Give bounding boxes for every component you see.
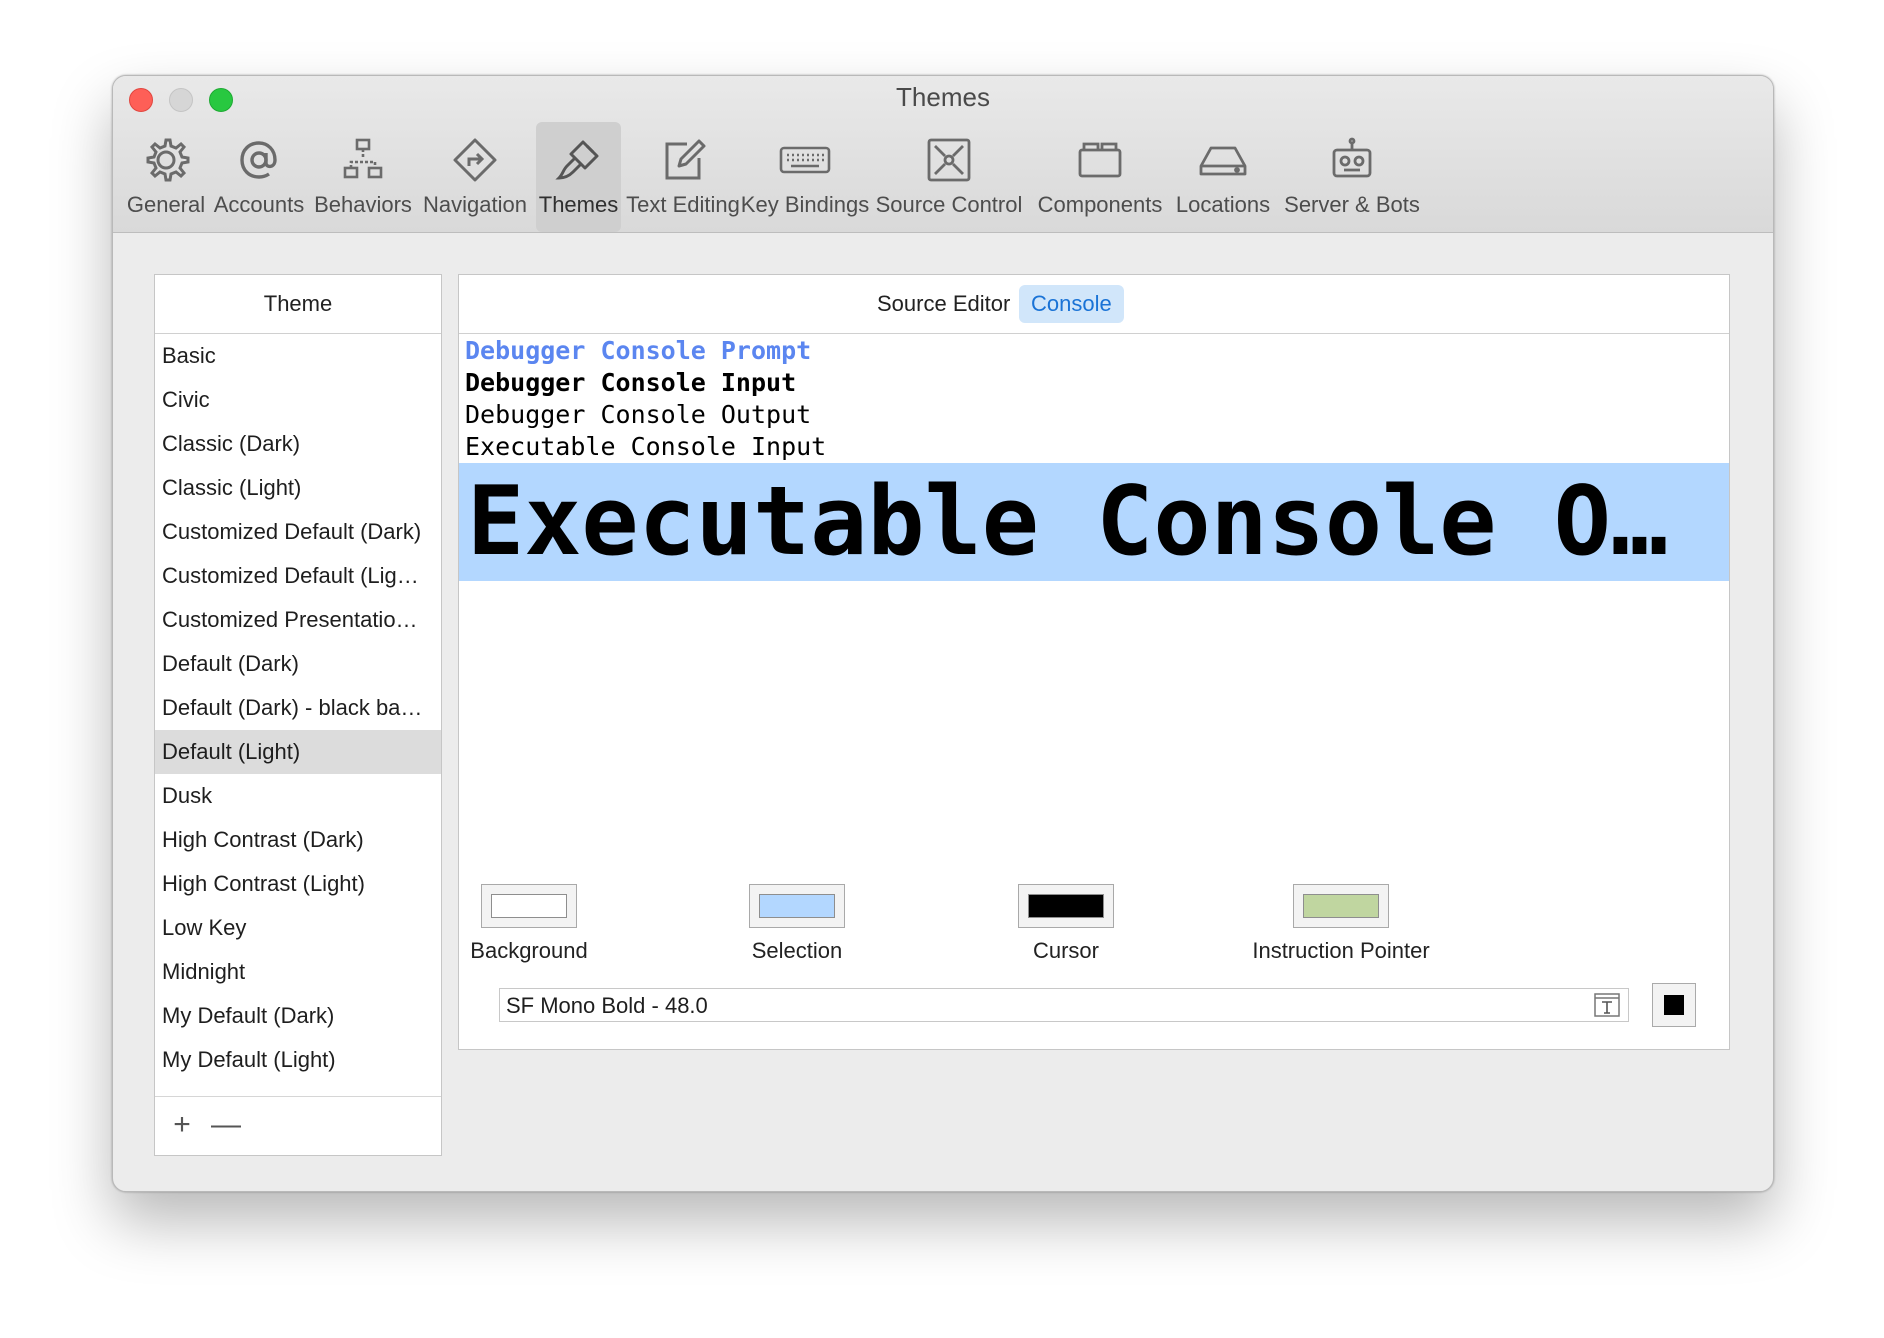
- background-color-swatch: [491, 894, 567, 918]
- toolbar-general-label: General: [126, 192, 206, 217]
- theme-list-panel: Theme Basic Civic Classic (Dark) Classic (L…: [154, 274, 442, 1156]
- toolbar-components-label: Components: [1037, 192, 1163, 217]
- toolbar-server-bots-label: Server & Bots: [1284, 192, 1420, 217]
- font-picker-icon[interactable]: [1594, 993, 1620, 1017]
- selection-color-well[interactable]: [749, 884, 845, 928]
- selection-color-swatch: [759, 894, 835, 918]
- toolbar-key-bindings-label: Key Bindings: [740, 192, 870, 217]
- background-color-well[interactable]: [481, 884, 577, 928]
- theme-list-item[interactable]: Customized Default (Dark): [155, 510, 441, 554]
- theme-list-item[interactable]: Customized Default (Lig…: [155, 554, 441, 598]
- toolbar-server-bots[interactable]: Server & Bots: [1279, 122, 1425, 232]
- theme-list-item[interactable]: Dusk: [155, 774, 441, 818]
- tab-console[interactable]: Console: [1019, 285, 1124, 323]
- gear-icon: [138, 132, 194, 188]
- toolbar-navigation-label: Navigation: [423, 192, 527, 217]
- at-icon: [231, 132, 287, 188]
- console-preview: Debugger Console Prompt Debugger Console…: [459, 335, 1729, 463]
- toolbar-accounts-label: Accounts: [213, 192, 305, 217]
- add-theme-button[interactable]: +: [167, 1107, 197, 1143]
- theme-list-item[interactable]: Customized Presentatio…: [155, 598, 441, 642]
- cursor-color-swatch: [1028, 894, 1104, 918]
- paintbrush-icon: [551, 132, 607, 188]
- toolbar-accounts[interactable]: Accounts: [213, 122, 305, 232]
- font-color-swatch: [1664, 995, 1684, 1015]
- theme-list: Basic Civic Classic (Dark) Classic (Light) C…: [155, 334, 441, 1082]
- theme-list-header: Theme: [155, 275, 441, 334]
- theme-list-item[interactable]: Default (Dark): [155, 642, 441, 686]
- selection-color-label: Selection: [751, 938, 843, 963]
- theme-list-footer: + —: [155, 1096, 441, 1155]
- editor-mode-tabs: Source Editor Console: [459, 275, 1729, 334]
- title-bar: Themes General Accounts Behaviors Naviga…: [113, 76, 1773, 233]
- components-box-icon: [1072, 132, 1128, 188]
- toolbar-navigation[interactable]: Navigation: [419, 122, 531, 232]
- theme-list-item[interactable]: High Contrast (Light): [155, 862, 441, 906]
- cursor-color-label: Cursor: [1032, 938, 1099, 963]
- toolbar-source-control-label: Source Control: [875, 192, 1023, 217]
- font-field[interactable]: SF Mono Bold - 48.0: [499, 988, 1629, 1022]
- robot-icon: [1324, 132, 1380, 188]
- pencil-square-icon: [655, 132, 711, 188]
- hierarchy-icon: [335, 132, 391, 188]
- theme-list-item[interactable]: Default (Light): [155, 730, 441, 774]
- toolbar-locations-label: Locations: [1175, 192, 1271, 217]
- theme-list-item[interactable]: Low Key: [155, 906, 441, 950]
- toolbar-text-editing[interactable]: Text Editing: [625, 122, 741, 232]
- window-title: Themes: [896, 82, 990, 112]
- theme-list-item[interactable]: Classic (Dark): [155, 422, 441, 466]
- tab-source-editor[interactable]: Source Editor: [865, 285, 1022, 323]
- console-input-line[interactable]: Debugger Console Input: [459, 367, 1729, 399]
- instruction-pointer-color-swatch: [1303, 894, 1379, 918]
- navigation-arrow-icon: [447, 132, 503, 188]
- remove-theme-button[interactable]: —: [211, 1107, 241, 1143]
- font-color-well[interactable]: [1652, 983, 1696, 1027]
- toolbar-components[interactable]: Components: [1033, 122, 1167, 232]
- cursor-color-well[interactable]: [1018, 884, 1114, 928]
- instruction-pointer-color-well[interactable]: [1293, 884, 1389, 928]
- keyboard-icon: [777, 132, 833, 188]
- executable-input-line[interactable]: Executable Console Input: [459, 431, 1729, 463]
- theme-list-item[interactable]: My Default (Dark): [155, 994, 441, 1038]
- toolbar-themes[interactable]: Themes: [536, 122, 621, 232]
- theme-list-item[interactable]: Midnight: [155, 950, 441, 994]
- toolbar-key-bindings[interactable]: Key Bindings: [741, 122, 869, 232]
- theme-list-item[interactable]: Basic: [155, 334, 441, 378]
- toolbar-general[interactable]: General: [125, 122, 207, 232]
- theme-list-item[interactable]: High Contrast (Dark): [155, 818, 441, 862]
- toolbar-text-editing-label: Text Editing: [626, 192, 740, 217]
- toolbar-locations[interactable]: Locations: [1171, 122, 1275, 232]
- toolbar-behaviors[interactable]: Behaviors: [311, 122, 415, 232]
- console-prompt-line[interactable]: Debugger Console Prompt: [459, 335, 1729, 367]
- preferences-window: Themes General Accounts Behaviors Naviga…: [112, 75, 1774, 1192]
- executable-output-line[interactable]: Executable Console O…: [459, 463, 1729, 581]
- toolbar-source-control[interactable]: Source Control: [869, 122, 1029, 232]
- theme-list-item[interactable]: Classic (Light): [155, 466, 441, 510]
- background-color-label: Background: [470, 938, 588, 963]
- source-control-icon: [921, 132, 977, 188]
- preferences-toolbar: General Accounts Behaviors Navigation Th…: [113, 122, 1773, 232]
- theme-editor-panel: Source Editor Console Debugger Console P…: [458, 274, 1730, 1050]
- drive-icon: [1195, 132, 1251, 188]
- font-field-value: SF Mono Bold - 48.0: [506, 993, 708, 1018]
- console-output-line[interactable]: Debugger Console Output: [459, 399, 1729, 431]
- toolbar-behaviors-label: Behaviors: [314, 192, 412, 217]
- theme-list-item[interactable]: Default (Dark) - black ba…: [155, 686, 441, 730]
- theme-list-item[interactable]: My Default (Light): [155, 1038, 441, 1082]
- theme-list-item[interactable]: Civic: [155, 378, 441, 422]
- toolbar-themes-label: Themes: [538, 192, 619, 217]
- instruction-pointer-color-label: Instruction Pointer: [1252, 938, 1430, 963]
